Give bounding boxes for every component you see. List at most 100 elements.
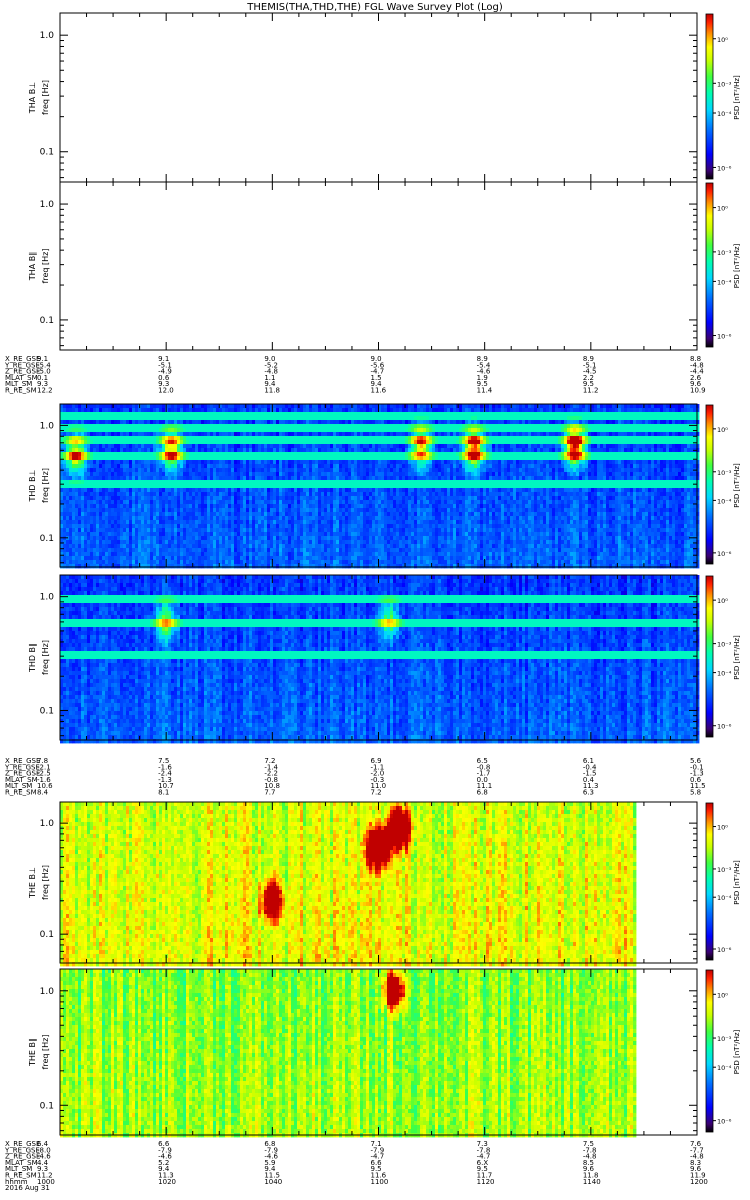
panel-tha_par: 0.1 1.0 THA B∥ freq [Hz] 10⁰ 10⁻³ 10⁻⁴ 10⁻⁶ PSD … [4,182,741,395]
ephemeris-value: 8.1 [158,789,169,797]
ephemeris-value: 11.2 [583,387,599,395]
ytick-label-thd_par: 1.0 [40,593,55,603]
ephemeris-the_par: X_RE_GSEY_RE_GSEZ_RE_GSEMLAT_SMMLT_SMR_R… [4,1140,708,1192]
panel-tha_perp: 0.1 1.0 THA B⊥ freq [Hz] 10⁰ 10⁻³ 10⁻⁴ 10⁻⁶ PSD … [28,13,741,182]
ytick-label-the_par: 0.1 [40,1101,54,1111]
ytick-label-thd_perp: 1.0 [40,421,55,431]
colorbar-label-the_perp: PSD [nT²/Hz] [733,860,741,905]
ephemeris-value: 1120 [477,1178,495,1186]
colorbar-tick-thd_par: 10⁻³ [717,641,732,649]
ytick-label-tha_perp: 1.0 [40,31,55,41]
colorbar-tick-tha_perp: 10⁻⁴ [717,110,732,118]
ytick-label-tha_par: 0.1 [40,316,54,326]
colorbar-label-tha_par: PSD [nT²/Hz] [733,243,741,288]
colorbar-label-tha_perp: PSD [nT²/Hz] [733,75,741,120]
ytick-label-the_perp: 1.0 [40,819,55,829]
ephemeris-tha_par: X_RE_GSEY_RE_GSEZ_RE_GSEMLAT_SMMLT_SMR_R… [4,355,706,395]
colorbar-tick-tha_perp: 10⁻⁶ [717,164,732,172]
ytick-label-the_par: 1.0 [40,987,55,997]
ephemeris-value: 8.4 [37,789,49,797]
frame-tha_par [60,182,697,350]
ylabel2-thd_perp: freq [Hz] [41,468,50,503]
ylabel-the_par: THE B∥ [28,1038,37,1067]
colorbar-tick-the_perp: 10⁻³ [717,866,732,874]
ephemeris-value: 1000 [37,1178,55,1186]
colorbar-thd_par [706,576,713,737]
ephemeris-value: 11.8 [264,387,280,395]
colorbar-tick-the_par: 10⁻⁶ [717,1118,732,1126]
colorbar-tick-the_par: 10⁻⁴ [717,1064,732,1072]
ephemeris-value: 1040 [264,1178,282,1186]
ytick-label-tha_perp: 0.1 [40,148,54,158]
ytick-label-thd_par: 0.1 [40,706,54,716]
panel-thd_par: 0.1 1.0 THD B∥ freq [Hz] 10⁰ 10⁻³ 10⁻⁴ 10⁻⁶ PSD … [4,575,741,797]
ephemeris-value: 6.3 [583,789,594,797]
ytick-label-the_perp: 0.1 [40,930,54,940]
ephemeris-label: R_RE_SM [5,789,37,797]
ephemeris-label: R_RE_SM [5,387,37,395]
colorbar-tick-thd_par: 10⁻⁶ [717,723,732,731]
colorbar-tick-tha_par: 10⁰ [717,205,728,213]
ephemeris-value: 1200 [690,1178,708,1186]
colorbar-the_perp [706,803,713,960]
ylabel-tha_perp: THA B⊥ [28,82,37,114]
ylabel2-tha_par: freq [Hz] [41,249,50,284]
colorbar-tick-thd_par: 10⁰ [717,597,728,605]
colorbar-tha_par [706,183,713,347]
ephemeris-value: 10.9 [690,387,706,395]
ephemeris-value: 1140 [583,1178,601,1186]
ephemeris-value: 12.2 [37,387,53,395]
ylabel2-tha_perp: freq [Hz] [41,80,50,115]
panel-thd_perp: 0.1 1.0 THD B⊥ freq [Hz] 10⁰ 10⁻³ 10⁻⁴ 10⁻⁶ PSD … [28,404,741,568]
colorbar-the_par [706,970,713,1132]
ylabel-the_perp: THE B⊥ [28,867,37,899]
ephemeris-value: 7.7 [264,789,275,797]
colorbar-tick-tha_perp: 10⁻³ [717,80,732,88]
ephemeris-value: 1100 [371,1178,389,1186]
panel-the_perp: 0.11.0THE B⊥ freq [Hz]10⁰10⁻³10⁻⁴10⁻⁶PSD … [28,802,741,966]
colorbar-tick-tha_perp: 10⁰ [717,36,728,44]
colorbar-tick-the_perp: 10⁻⁴ [717,894,732,902]
colorbar-tick-thd_perp: 10⁻⁶ [717,550,732,558]
frame-tha_perp [60,13,697,182]
colorbar-tick-tha_par: 10⁻⁴ [717,278,732,286]
colorbar-tick-thd_perp: 10⁻⁴ [717,497,732,505]
ylabel2-the_par: freq [Hz] [41,1035,50,1070]
spectrogram-the_perp [60,802,636,966]
ytick-label-thd_perp: 0.1 [40,534,54,544]
ylabel-tha_par: THA B∥ [28,252,37,281]
panels-group: 0.1 1.0 THA B⊥ freq [Hz] 10⁰ 10⁻³ 10⁻⁴ 10⁻⁶ PSD … [4,13,741,1192]
ytick-label-tha_par: 1.0 [40,200,55,210]
colorbar-tha_perp [706,14,713,179]
colorbar-tick-thd_perp: 10⁰ [717,426,728,434]
colorbar-tick-the_par: 10⁰ [717,991,728,999]
colorbar-tick-tha_par: 10⁻⁶ [717,333,732,341]
colorbar-label-thd_par: PSD [nT²/Hz] [733,635,741,680]
spectrogram-the_par [60,969,636,1137]
colorbar-label-thd_perp: PSD [nT²/Hz] [733,463,741,508]
colorbar-tick-the_par: 10⁻³ [717,1035,732,1043]
colorbar-label-the_par: PSD [nT²/Hz] [733,1029,741,1074]
ephemeris-value: 5.8 [690,789,701,797]
ylabel2-the_perp: freq [Hz] [41,865,50,900]
ticks-tha_perp [60,13,697,182]
colorbar-tick-thd_par: 10⁻⁴ [717,670,732,678]
ticks-tha_par [60,182,697,350]
ephemeris-value: 7.2 [371,789,382,797]
ephemeris-value: 11.4 [477,387,493,395]
panel-the_par: 0.1 1.0 THE B∥ freq [Hz] 10⁰ 10⁻³ 10⁻⁴ 10⁻⁶ PSD … [4,969,741,1192]
ephemeris-value: 1020 [158,1178,176,1186]
ylabel2-thd_par: freq [Hz] [41,640,50,675]
ephemeris-value: 6.8 [477,789,488,797]
colorbar-tick-the_perp: 10⁻⁶ [717,946,732,954]
plot-title: THEMIS(THA,THD,THE) FGL Wave Survey Plot… [246,2,503,13]
colorbar-thd_perp [706,405,713,564]
colorbar-tick-tha_par: 10⁻³ [717,249,732,257]
spectrogram-thd_perp [60,404,699,568]
ephemeris-thd_par: X_RE_GSEY_RE_GSEZ_RE_GSEMLAT_SMMLT_SMR_R… [4,757,706,797]
ylabel-thd_perp: THD B⊥ [28,469,37,502]
ephemeris-value: 12.0 [158,387,174,395]
ylabel-thd_par: THD B∥ [28,643,37,673]
colorbar-tick-thd_perp: 10⁻³ [717,469,732,477]
ephemeris-value: 11.6 [371,387,387,395]
